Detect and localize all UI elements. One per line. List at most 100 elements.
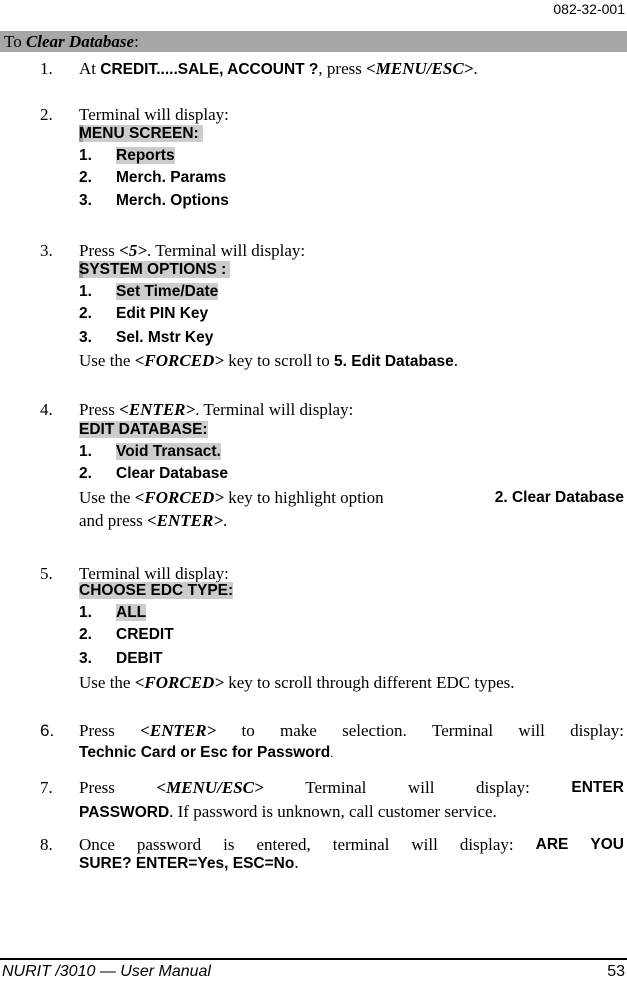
menu-option: 1. Void Transact. — [79, 441, 221, 463]
step-8-text: Once password is entered, terminal will displa… — [79, 834, 624, 872]
option-number: 2. — [79, 626, 92, 643]
step-number: 1. — [40, 59, 53, 78]
option-label: Merch. Params — [116, 169, 227, 186]
option-number: 1. — [79, 443, 92, 460]
screen-title: SYSTEM OPTIONS : — [79, 261, 231, 278]
screen-title-edit-database: EDIT DATABASE: — [79, 419, 208, 441]
screen-message: Technic Card or Esc for Password — [79, 744, 331, 761]
section-header: To Clear Database: — [0, 31, 627, 52]
key-menu-esc: <MENU/ESC> — [366, 59, 474, 78]
text: to — [241, 721, 255, 740]
step-2-intro: Terminal will display: — [79, 105, 229, 124]
option-number: 1. — [79, 604, 92, 621]
option-label: Edit PIN Key — [116, 305, 209, 322]
section-prefix: To — [4, 32, 26, 51]
screen-title-system-options: SYSTEM OPTIONS : — [79, 259, 231, 281]
text: will — [518, 721, 545, 740]
screen-title-choose-edc: CHOOSE EDC TYPE: — [79, 580, 234, 602]
text: will — [411, 835, 438, 854]
option-label: Sel. Mstr Key — [116, 329, 214, 346]
screen-message: SURE? ENTER=Yes, ESC=No — [79, 855, 295, 872]
step-3-intro: Press <5>. Terminal will display: — [79, 240, 624, 261]
text: is — [223, 835, 235, 854]
text: key to scroll to — [224, 351, 335, 370]
screen-title: EDIT DATABASE: — [79, 421, 208, 438]
text: Use the — [79, 351, 135, 370]
option-number: 2. — [79, 305, 92, 322]
text: Use the — [79, 488, 135, 507]
option-number: 3. — [79, 650, 92, 667]
page-number: 53 — [607, 963, 625, 980]
text: Press — [79, 241, 120, 260]
screen-message: YOU — [590, 836, 624, 853]
key-enter: <ENTER> — [140, 721, 217, 740]
menu-option: 1. Set Time/Date — [79, 281, 219, 303]
option-label: Clear Database — [116, 465, 229, 482]
option-number: 2. — [79, 169, 92, 186]
document-number: 082-32-001 — [553, 1, 625, 17]
text: Press — [79, 778, 115, 797]
key-menu-esc: <MENU/ESC> — [156, 778, 264, 797]
step-number: 6. — [40, 721, 55, 740]
step-4-note-line2: and press <ENTER>. — [79, 510, 624, 531]
text: entered, — [256, 835, 311, 854]
section-title: To Clear Database: — [4, 31, 139, 52]
screen-title: MENU SCREEN: — [79, 125, 203, 142]
section-title-text: Clear Database — [25, 32, 135, 51]
text: display: — [475, 778, 530, 797]
step-4-note: Use the <FORCED> key to highlight option… — [79, 487, 624, 508]
text: Press — [79, 721, 115, 740]
footer-title: NURIT /3010 — User Manual — [2, 963, 211, 980]
text: . — [453, 351, 459, 370]
text: terminal — [332, 835, 390, 854]
screen-title: CHOOSE EDC TYPE: — [79, 582, 234, 599]
text: Terminal — [432, 721, 494, 740]
text: Press — [79, 400, 120, 419]
screen-message: ENTER — [571, 779, 624, 796]
screen-message: ARE — [535, 836, 569, 853]
text: At — [79, 59, 101, 78]
option-label: ALL — [116, 604, 147, 621]
step-7-text: Press <MENU/ESC> Terminal will display: ENTER… — [79, 777, 624, 823]
menu-option: 2. CREDIT — [79, 624, 174, 646]
text: . — [473, 59, 478, 78]
option-label: CREDIT — [116, 626, 174, 643]
step-6-text: Press <ENTER> to make selection. Terminal wil… — [79, 720, 624, 764]
screen-prompt: CREDIT.....SALE, ACCOUNT ? — [100, 61, 319, 78]
menu-option: 3. Merch. Options — [79, 190, 229, 212]
option-number: 1. — [79, 147, 92, 164]
step-3-note: Use the <FORCED> key to scroll to 5. Edi… — [79, 350, 624, 372]
text: . — [330, 746, 334, 760]
text: display: — [570, 721, 624, 740]
text: will — [407, 778, 435, 797]
step-number: 3. — [40, 241, 53, 260]
menu-option: 1. Reports — [79, 145, 175, 167]
text: , press — [318, 59, 367, 78]
screen-message: PASSWORD — [79, 804, 170, 821]
text: . — [294, 853, 299, 872]
section-suffix: : — [134, 32, 139, 51]
step-number: 7. — [40, 778, 53, 797]
text: display: — [459, 835, 514, 854]
option-number: 1. — [79, 283, 92, 300]
step-5-note: Use the <FORCED> key to scroll through d… — [79, 672, 624, 693]
step-number: 8. — [40, 835, 53, 854]
step-number: 4. — [40, 400, 53, 419]
text: make — [280, 721, 317, 740]
key-forced: <FORCED> — [134, 488, 225, 507]
menu-option: 3. Sel. Mstr Key — [79, 327, 213, 349]
option-label: Reports — [116, 147, 175, 164]
key-5: <5> — [119, 241, 148, 260]
text: key to highlight option — [224, 488, 384, 507]
footer-divider — [0, 958, 627, 960]
screen-title-menu: MENU SCREEN: — [79, 123, 203, 145]
menu-option: 2. Clear Database — [79, 463, 228, 485]
option-label: Void Transact. — [116, 443, 221, 460]
text: and press — [79, 511, 147, 530]
text: selection. — [342, 721, 407, 740]
key-enter: <ENTER> — [146, 511, 224, 530]
option-label: Set Time/Date — [116, 283, 219, 300]
key-forced: <FORCED> — [134, 351, 225, 370]
menu-option: 2. Merch. Params — [79, 167, 226, 189]
text: password — [136, 835, 202, 854]
